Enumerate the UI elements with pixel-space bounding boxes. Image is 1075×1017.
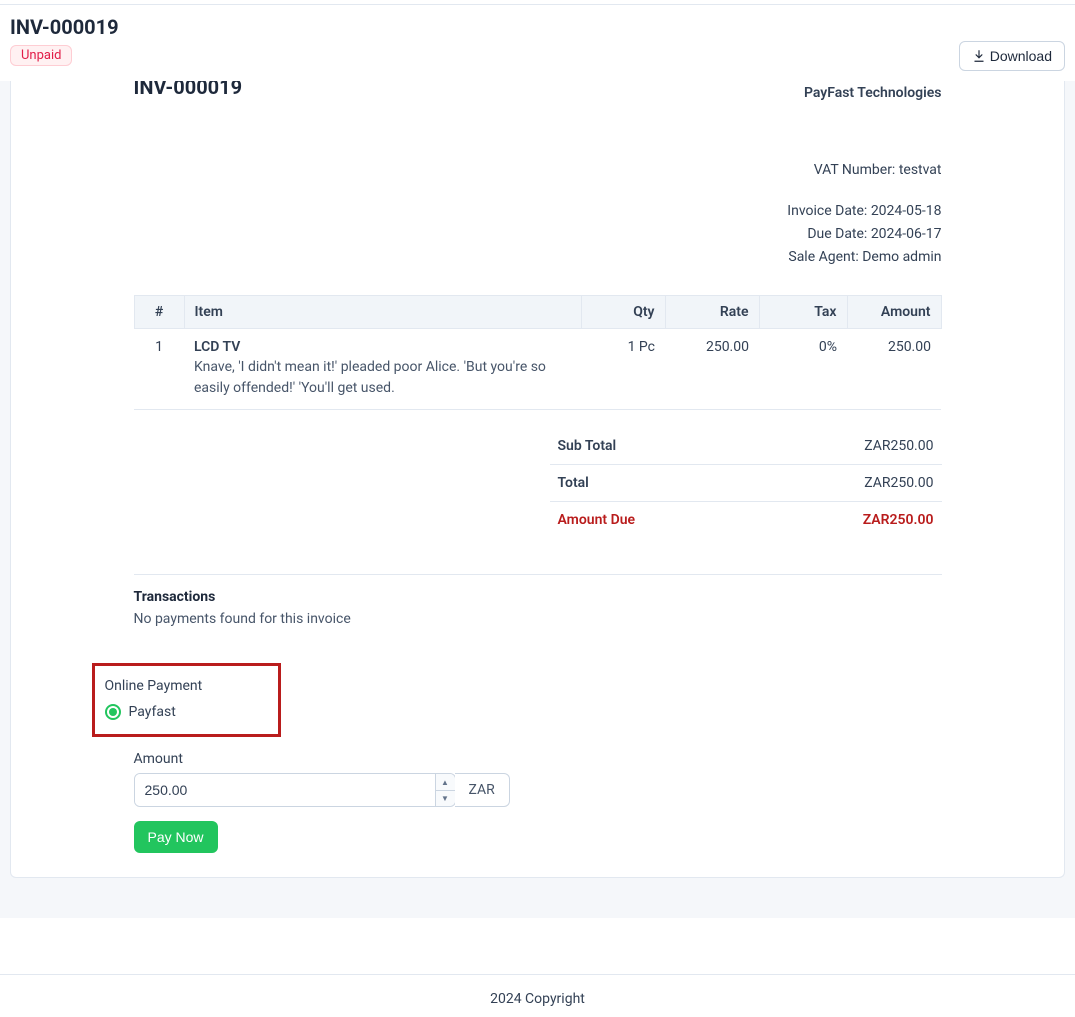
cell-item: LCD TV Knave, 'I didn't mean it!' pleaded… [184, 329, 581, 410]
col-rate: Rate [665, 296, 759, 329]
download-icon [972, 49, 986, 63]
vat-value: testvat [899, 162, 942, 178]
totals-value: ZAR250.00 [864, 438, 933, 454]
page-header: INV-000019 Unpaid Download [0, 5, 1075, 81]
table-row: 1 LCD TV Knave, 'I didn't mean it!' pleade… [134, 329, 941, 410]
invoice-meta: VAT Number: testvat Invoice Date: 2024-0… [134, 159, 942, 269]
amount-step-down[interactable]: ▼ [436, 791, 455, 807]
payment-heading: Online Payment [105, 678, 203, 694]
amount-input[interactable] [135, 774, 435, 806]
biller-name: PayFast Technologies [804, 85, 942, 101]
payment-block: Online Payment Payfast Amount ▲ ▼ [134, 663, 942, 853]
col-qty: Qty [581, 296, 665, 329]
download-button[interactable]: Download [959, 41, 1065, 71]
meta-value: 2024-06-17 [871, 226, 942, 242]
meta-value: Demo admin [862, 249, 941, 265]
payment-option-payfast[interactable]: Payfast [105, 704, 203, 720]
item-desc: Knave, 'I didn't mean it!' pleaded poor … [194, 357, 571, 399]
totals-label: Sub Total [558, 438, 617, 454]
download-label: Download [990, 48, 1052, 64]
cell-rate: 250.00 [665, 329, 759, 410]
line-items-table: # Item Qty Rate Tax Amount 1 LCD TV Knave,… [134, 295, 942, 410]
invoice-number: INV-000019 [134, 81, 243, 99]
cell-tax: 0% [759, 329, 847, 410]
transactions-empty: No payments found for this invoice [134, 611, 942, 627]
currency-addon: ZAR [455, 773, 510, 807]
amount-label: Amount [134, 751, 942, 767]
payment-option-label: Payfast [129, 704, 176, 720]
radio-selected-icon [105, 704, 121, 720]
totals-block: Sub TotalZAR250.00TotalZAR250.00Amount D… [550, 428, 942, 538]
totals-label: Amount Due [558, 512, 636, 528]
meta-label: Sale Agent: [788, 249, 858, 265]
col-item: Item [184, 296, 581, 329]
page-title: INV-000019 [10, 15, 119, 39]
totals-value: ZAR250.00 [863, 512, 934, 528]
section-rule [134, 574, 942, 575]
totals-row: Sub Total ZAR250.00 [550, 428, 942, 465]
page-body: INV-000019 PayFast Technologies VAT Numb… [0, 81, 1075, 918]
status-badge: Unpaid [10, 45, 72, 66]
col-tax: Tax [759, 296, 847, 329]
item-title: LCD TV [194, 339, 571, 355]
meta-label: Invoice Date: [787, 203, 867, 219]
cell-qty: 1 Pc [581, 329, 665, 410]
amount-step-up[interactable]: ▲ [436, 774, 455, 791]
amount-input-group: ▲ ▼ [134, 773, 456, 807]
totals-label: Total [558, 475, 589, 491]
totals-value: ZAR250.00 [864, 475, 933, 491]
pay-now-button[interactable]: Pay Now [134, 821, 218, 853]
transactions-heading: Transactions [134, 589, 942, 605]
footer-text: 2024 Copyright [490, 991, 585, 1007]
meta-label: Due Date: [807, 226, 867, 242]
col-idx: # [134, 296, 184, 329]
footer: 2024 Copyright [0, 974, 1075, 1017]
totals-row: Amount Due ZAR250.00 [550, 502, 942, 538]
col-amount: Amount [847, 296, 941, 329]
totals-row: Total ZAR250.00 [550, 465, 942, 502]
cell-amount: 250.00 [847, 329, 941, 410]
spinner-arrows: ▲ ▼ [435, 774, 455, 806]
payment-highlight: Online Payment Payfast [92, 663, 282, 737]
cell-idx: 1 [134, 329, 184, 410]
meta-value: 2024-05-18 [871, 203, 942, 219]
invoice-card: INV-000019 PayFast Technologies VAT Numb… [10, 81, 1065, 878]
vat-label: VAT Number: [814, 162, 896, 178]
